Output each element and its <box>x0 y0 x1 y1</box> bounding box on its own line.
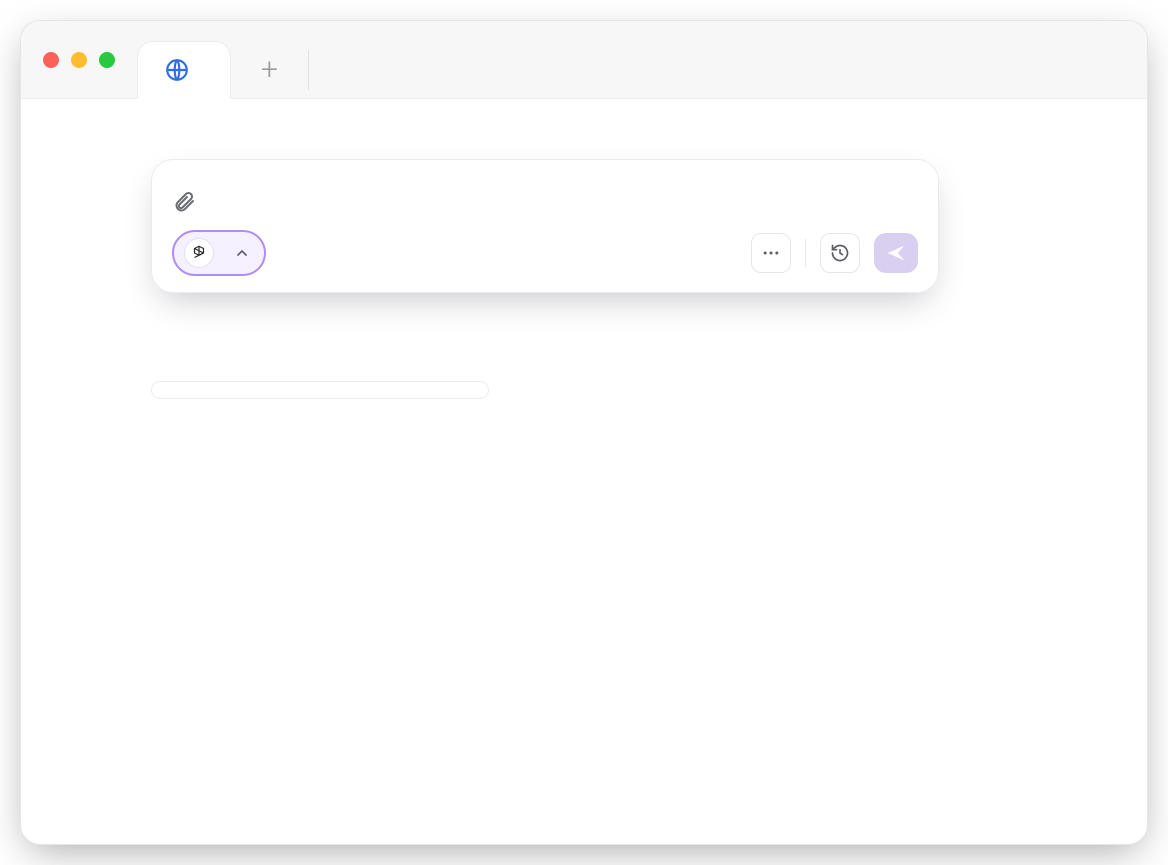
send-button[interactable] <box>874 233 918 273</box>
model-dropdown[interactable] <box>151 381 489 399</box>
maximize-window-button[interactable] <box>99 52 115 68</box>
chevron-up-icon <box>234 245 250 261</box>
minimize-window-button[interactable] <box>71 52 87 68</box>
tab-divider <box>308 50 309 90</box>
openai-icon <box>184 238 214 268</box>
webpage-body <box>21 99 1147 293</box>
more-options-button[interactable] <box>751 233 791 273</box>
browser-window: + <box>20 20 1148 845</box>
close-window-button[interactable] <box>43 52 59 68</box>
titlebar: + <box>21 21 1147 99</box>
history-button[interactable] <box>820 233 860 273</box>
window-controls <box>43 52 115 68</box>
new-tab-button[interactable]: + <box>253 55 286 85</box>
toolbar-divider <box>805 239 806 267</box>
attachment-icon[interactable] <box>172 190 196 214</box>
ai-context-panel <box>151 159 939 293</box>
globe-icon <box>164 57 190 83</box>
browser-tab[interactable] <box>137 41 231 99</box>
model-selector-chip[interactable] <box>172 230 266 276</box>
